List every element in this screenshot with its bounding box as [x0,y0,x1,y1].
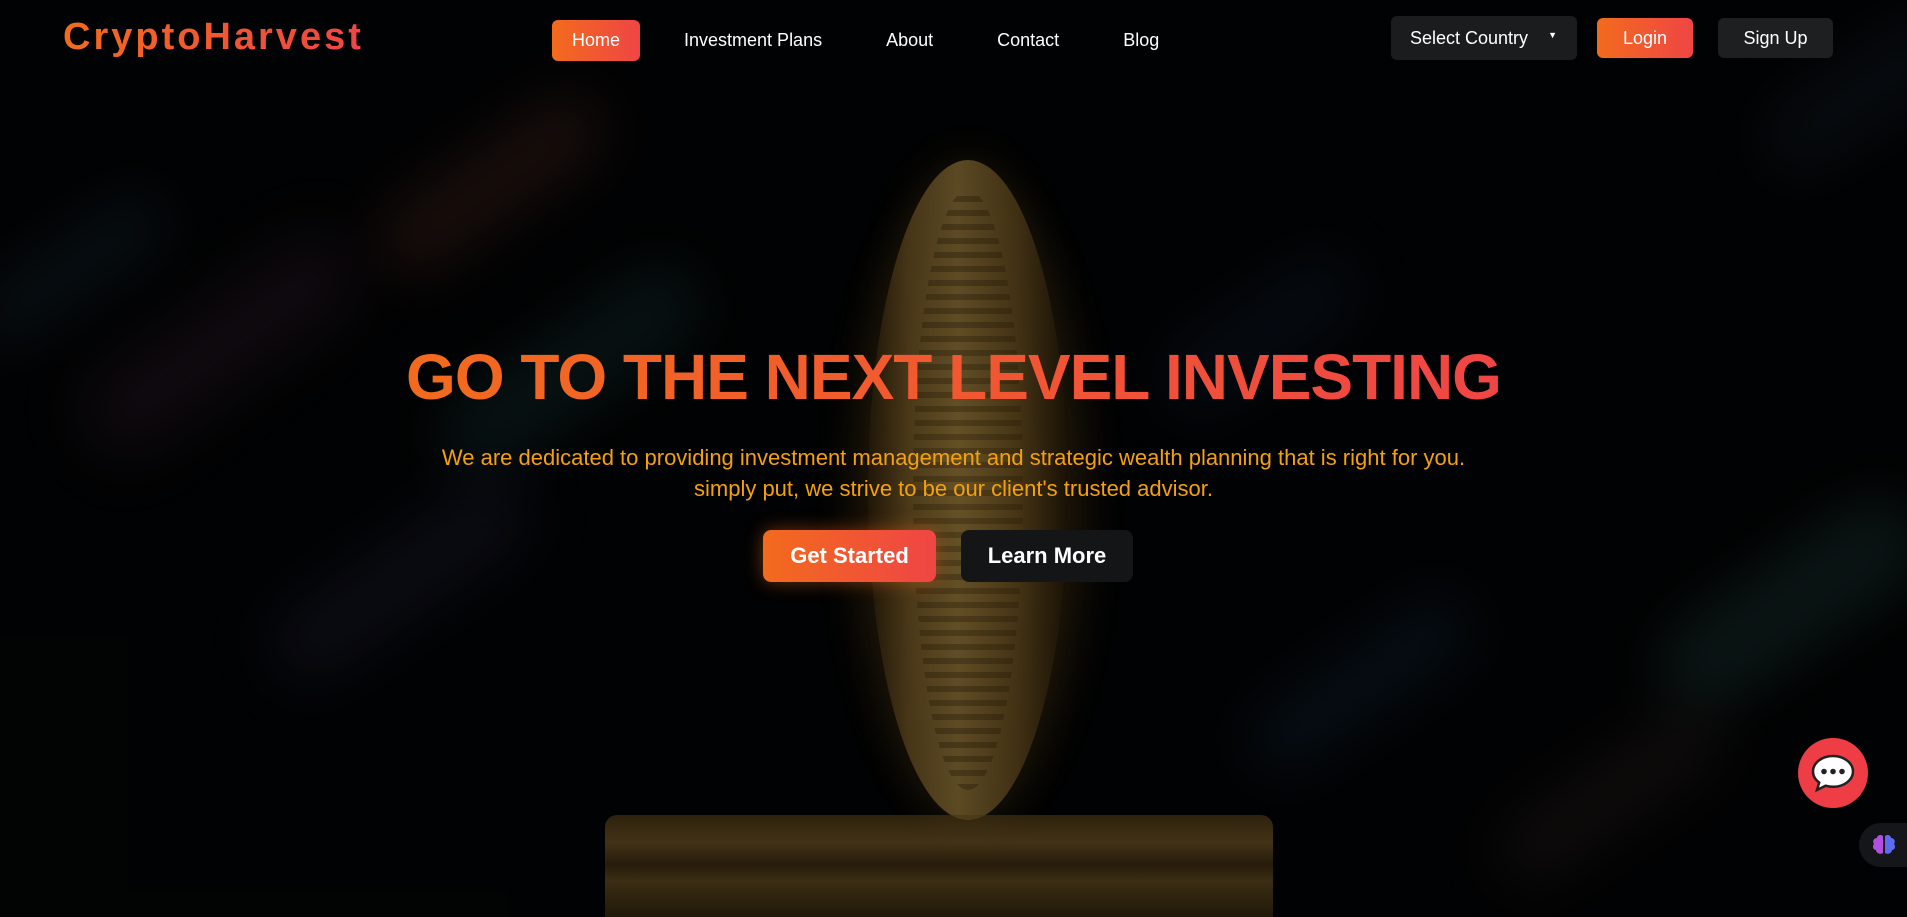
brand-logo[interactable]: CryptoHarvest [63,16,364,59]
nav-home[interactable]: Home [552,20,641,61]
hero-title-text: GO TO THE NEXT LEVEL INVESTING [406,341,1502,413]
brain-icon [1872,834,1896,854]
nav-about[interactable]: About [866,20,953,61]
assistant-widget[interactable] [1859,823,1907,867]
nav-investment-plans[interactable]: Investment Plans [664,20,842,61]
learn-more-button[interactable]: Learn More [961,530,1133,582]
nav-contact[interactable]: Contact [977,20,1079,61]
chat-bubble-icon [1811,754,1855,793]
main-nav: Home Investment Plans About Contact Blog [552,20,1203,61]
signup-button[interactable]: Sign Up [1718,18,1833,58]
site-header: CryptoHarvest Home Investment Plans Abou… [0,0,1907,80]
country-select-value: Select Country [1410,27,1529,48]
nav-blog[interactable]: Blog [1103,20,1179,61]
country-select[interactable]: Select Country ▼ [1391,16,1577,60]
login-button[interactable]: Login [1597,18,1693,58]
caret-down-icon: ▼ [1548,30,1557,40]
hero-subtitle: We are dedicated to providing investment… [441,445,1466,501]
chat-button[interactable] [1798,738,1868,808]
hero-title: GO TO THE NEXT LEVEL INVESTING [0,340,1907,414]
get-started-button[interactable]: Get Started [763,530,936,582]
